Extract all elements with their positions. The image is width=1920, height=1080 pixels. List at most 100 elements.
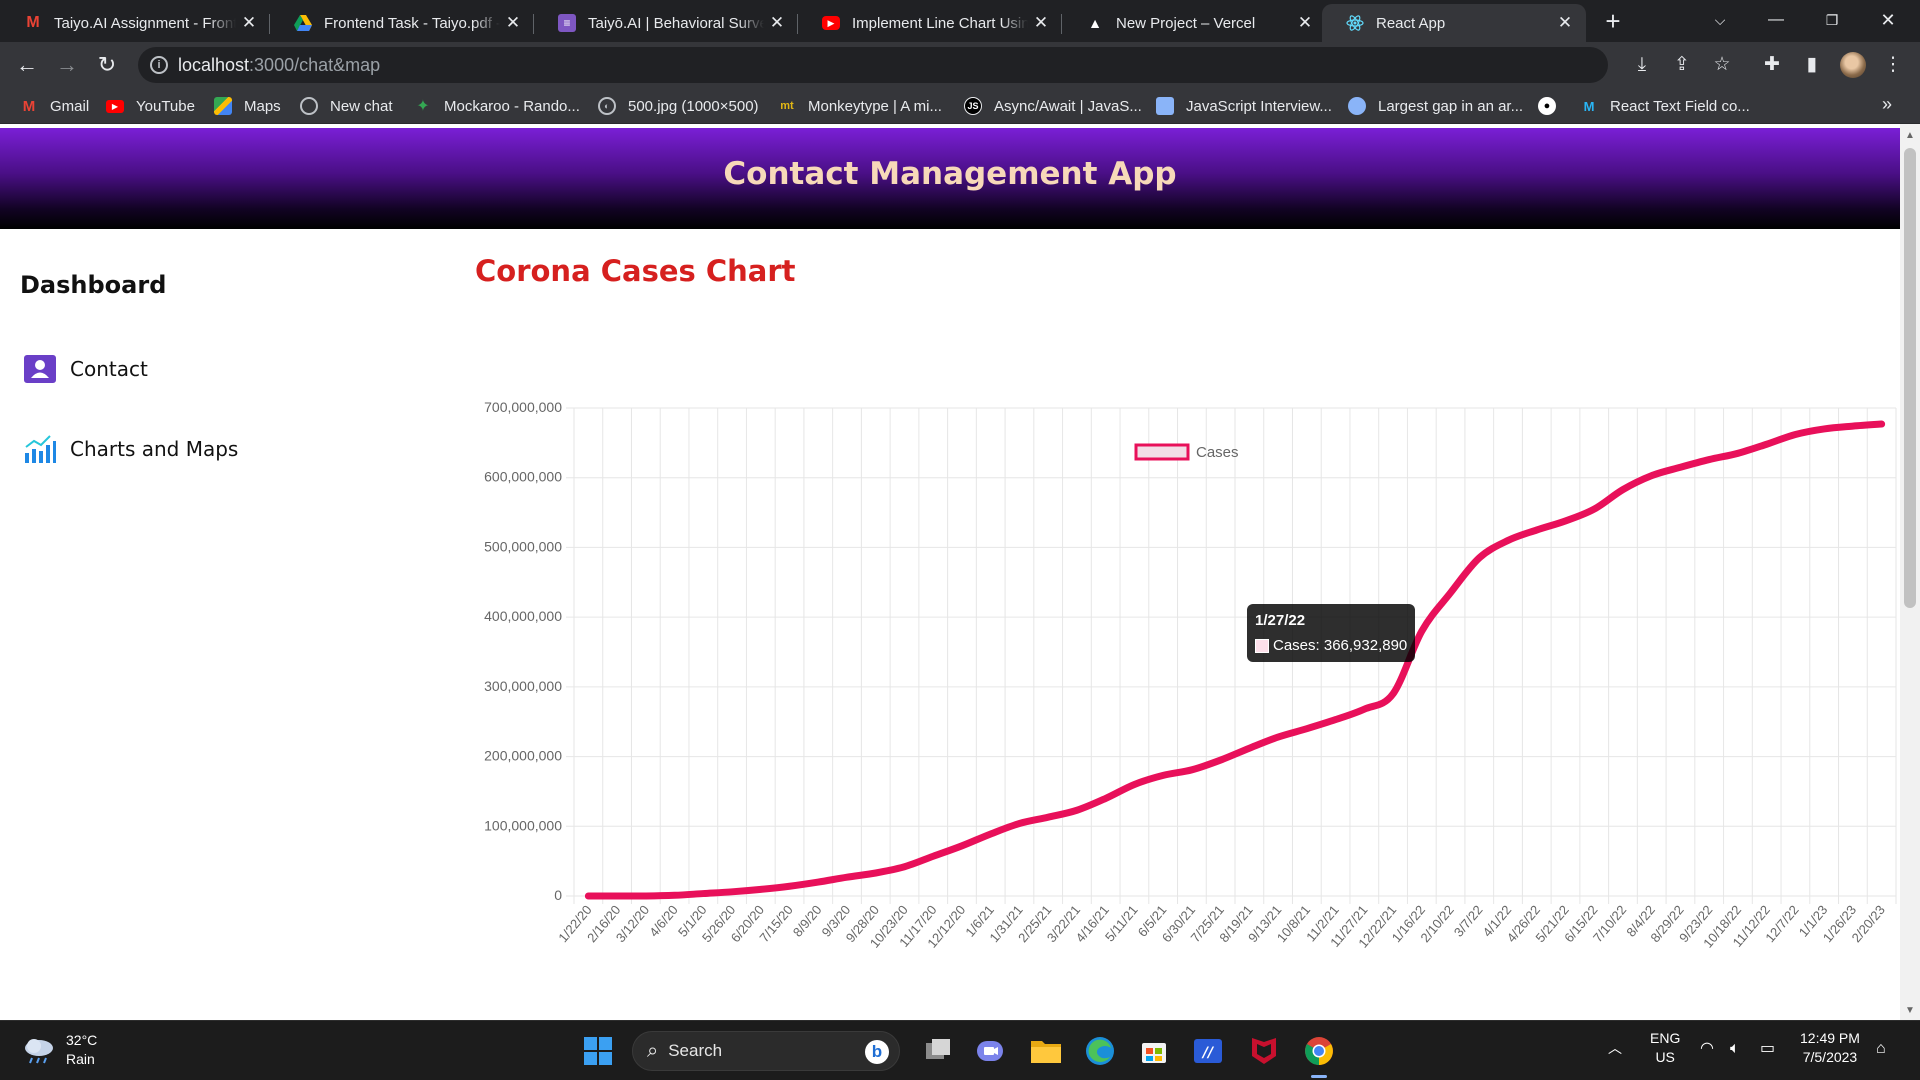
bookmark-react-text-field[interactable]: M React Text Field co... [1580, 95, 1750, 117]
sidebar-title: Dashboard [20, 271, 167, 299]
site-info-icon[interactable]: i [150, 56, 168, 74]
chrome-menu-icon[interactable]: ⋮ [1880, 52, 1906, 78]
browser-tab[interactable]: ≡ Taiyō.AI | Behavioral Survey ✕ [534, 4, 798, 42]
browser-tab[interactable]: ▲ New Project – Vercel ✕ [1062, 4, 1326, 42]
close-tab-icon[interactable]: ✕ [1552, 13, 1578, 33]
tab-search-icon[interactable]: ⌵ [1692, 0, 1748, 42]
bookmark-monkeytype[interactable]: mt Monkeytype | A mi... [778, 95, 942, 117]
browser-tab[interactable]: Frontend Task - Taiyo.pdf - G ✕ [270, 4, 534, 42]
reload-button[interactable]: ↻ [93, 51, 121, 79]
scroll-up-icon[interactable]: ▲ [1900, 130, 1920, 141]
browser-tab[interactable]: ▶ Implement Line Chart Using ✕ [798, 4, 1062, 42]
close-window-button[interactable]: ✕ [1860, 0, 1916, 42]
install-app-icon[interactable]: ⤓ [1629, 52, 1655, 78]
bookmark-star-icon[interactable]: ☆ [1709, 52, 1735, 78]
x-tick-label: 8/9/20 [790, 902, 825, 939]
data-point [1706, 456, 1713, 463]
bookmark-maps[interactable]: Maps [214, 95, 281, 117]
forward-button[interactable]: → [53, 51, 81, 79]
data-point [1591, 506, 1598, 513]
extensions-puzzle-icon[interactable]: ✚ [1759, 52, 1785, 78]
data-point [815, 879, 822, 886]
minimize-window-button[interactable]: — [1748, 0, 1804, 42]
language-indicator[interactable]: ENG US [1650, 1029, 1680, 1067]
data-point [901, 863, 908, 870]
data-point [700, 890, 707, 897]
tab-title: New Project – Vercel [1116, 14, 1256, 32]
new-tab-button[interactable]: + [1598, 6, 1628, 36]
data-point [1562, 517, 1569, 524]
bookmark-gmail[interactable]: M Gmail [20, 95, 89, 117]
address-bar[interactable]: i localhost:3000/chat&map [138, 47, 1608, 83]
bookmark-async-await[interactable]: JS Async/Await | JavaS... [964, 95, 1142, 117]
battery-icon[interactable]: ▭ [1760, 1039, 1775, 1058]
sidebar-item-charts-and-maps[interactable]: Charts and Maps [22, 431, 238, 467]
y-tick-label: 200,000,000 [484, 748, 562, 764]
bookmark-largest-gap[interactable]: Largest gap in an ar... [1348, 95, 1523, 117]
share-icon[interactable]: ⇪ [1669, 52, 1695, 78]
search-icon: ⌕ [647, 1039, 659, 1062]
legend-swatch-cases [1134, 443, 1190, 461]
azure-data-studio-icon[interactable]: // [1190, 1033, 1226, 1069]
bookmark-label: New chat [330, 97, 393, 115]
weather-widget[interactable]: 32°C Rain [22, 1031, 97, 1069]
bar-chart-icon [22, 431, 58, 467]
volume-icon[interactable]: 🔈︎ [1730, 1039, 1740, 1058]
edge-browser-icon[interactable] [1082, 1033, 1118, 1069]
data-point [1821, 425, 1828, 432]
tab-title: Taiyō.AI | Behavioral Survey [588, 14, 764, 32]
task-view-icon[interactable] [920, 1033, 956, 1069]
data-point [1131, 781, 1138, 788]
restore-window-button[interactable]: ❐ [1804, 0, 1860, 42]
bookmarks-bar: M Gmail ▶ YouTube Maps New chat ✦ Mockaroo … [0, 88, 1920, 124]
chrome-icon[interactable] [1301, 1033, 1337, 1069]
windows-taskbar: 32°C Rain ⌕ Search b // ︿ ENG US ◠ 🔈︎ ▭ [0, 1020, 1920, 1080]
windows-start-icon[interactable] [580, 1033, 616, 1069]
microsoft-store-icon[interactable] [1136, 1033, 1172, 1069]
bookmark-github[interactable]: ● [1538, 95, 1568, 117]
side-panel-icon[interactable]: ▮ [1799, 52, 1825, 78]
bookmark-js-interview[interactable]: JavaScript Interview... [1156, 95, 1332, 117]
search-label: Search [668, 1041, 723, 1060]
file-explorer-icon[interactable] [1028, 1033, 1064, 1069]
data-point [1648, 472, 1655, 479]
close-tab-icon[interactable]: ✕ [764, 13, 790, 33]
close-tab-icon[interactable]: ✕ [500, 13, 526, 33]
browser-tab[interactable]: M Taiyo.AI Assignment - Front ✕ [0, 4, 270, 42]
profile-avatar[interactable] [1840, 52, 1866, 78]
data-point [614, 893, 621, 899]
github-icon: ● [1538, 97, 1556, 115]
bookmarks-overflow-icon[interactable]: » [1882, 94, 1892, 115]
scrollbar-thumb[interactable] [1904, 148, 1916, 608]
sidebar-item-contact[interactable]: Contact [22, 351, 148, 387]
data-point [671, 892, 678, 899]
data-point [1246, 745, 1253, 752]
bookmark-500jpg[interactable]: ◐ 500.jpg (1000×500) [598, 95, 759, 117]
close-tab-icon[interactable]: ✕ [1292, 13, 1318, 33]
data-point [642, 893, 649, 899]
scroll-down-icon[interactable]: ▼ [1900, 1005, 1920, 1016]
browser-toolbar: ← → ↻ i localhost:3000/chat&map ⤓ ⇪ ☆ ✚ … [0, 42, 1920, 88]
wifi-icon[interactable]: ◠ [1700, 1039, 1714, 1058]
page-scrollbar[interactable]: ▲ ▼ [1900, 124, 1920, 1020]
browser-tab-active[interactable]: React App ✕ [1322, 4, 1586, 42]
y-tick-label: 100,000,000 [484, 817, 562, 833]
teams-chat-icon[interactable] [972, 1033, 1008, 1069]
close-tab-icon[interactable]: ✕ [1028, 13, 1054, 33]
back-button[interactable]: ← [13, 51, 41, 79]
close-tab-icon[interactable]: ✕ [236, 13, 262, 33]
data-point [872, 869, 879, 876]
clock[interactable]: 12:49 PM 7/5/2023 [1800, 1029, 1860, 1067]
bookmark-new-chat[interactable]: New chat [300, 95, 393, 117]
show-hidden-icons-chevron[interactable]: ︿ [1608, 1039, 1622, 1058]
notification-center-icon[interactable]: ⌂ [1876, 1039, 1886, 1058]
bookmark-mockaroo[interactable]: ✦ Mockaroo - Rando... [414, 95, 580, 117]
data-point [1619, 486, 1626, 493]
chart-tooltip: 1/27/22 Cases: 366,932,890 [1247, 604, 1415, 662]
mcafee-icon[interactable] [1246, 1033, 1282, 1069]
data-point [844, 874, 851, 881]
chart-title: Corona Cases Chart [475, 254, 796, 288]
taskbar-search-box[interactable]: ⌕ Search b [632, 1031, 900, 1071]
bookmark-youtube[interactable]: ▶ YouTube [106, 95, 195, 117]
data-point [1217, 757, 1224, 764]
